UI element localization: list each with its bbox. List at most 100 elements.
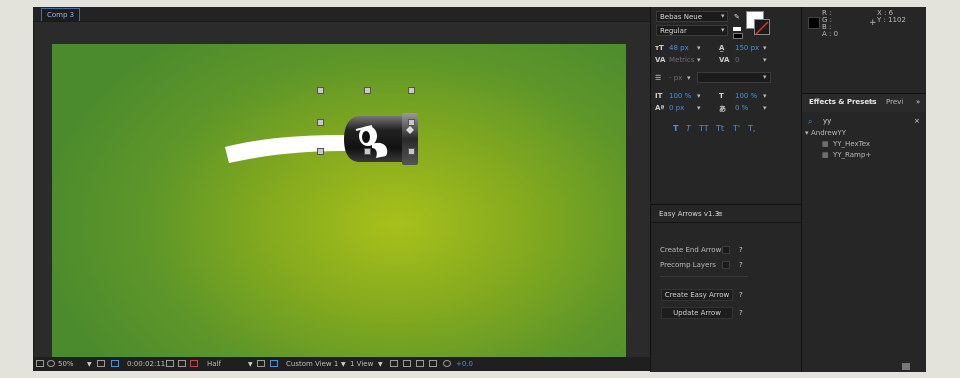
color-channel-icon[interactable] [190,360,198,367]
search-icon: ⌕ [808,117,813,126]
tab-preview[interactable]: Previ [886,98,903,106]
composition-viewer[interactable] [33,21,652,366]
clear-search-icon[interactable]: × [914,117,920,126]
faux-bold-button[interactable]: T [673,124,678,133]
transform-handle[interactable] [317,87,324,94]
help-button[interactable]: ? [739,309,743,317]
chevron-down-icon[interactable]: ▾ [697,56,701,65]
help-button[interactable]: ? [739,291,743,299]
kerning-icon: VA [655,56,666,64]
effects-search-input[interactable]: yy [820,116,918,127]
fast-draft-icon[interactable] [403,360,411,367]
layout-dropdown[interactable]: 1 View [350,360,373,368]
timecode-display[interactable]: 0:00:02:11 [127,360,165,368]
font-style-dropdown[interactable]: Regular [656,25,728,36]
stroke-order-dropdown[interactable] [697,72,771,83]
transform-handle[interactable] [408,148,415,155]
superscript-button[interactable]: T' [733,124,740,133]
fast-previews-icon[interactable] [257,360,265,367]
roi-icon[interactable] [111,360,119,367]
timeline-icon[interactable] [416,360,424,367]
character-panel: Bebas Neue ▾ Regular ▾ ✎ ᴛT 48 px ▾ A̲ 1… [650,7,801,203]
chevron-down-icon[interactable]: ▾ [697,44,701,53]
transform-handle[interactable] [364,87,371,94]
panel-menu-icon[interactable]: ≡ [717,210,723,219]
chevron-down-icon[interactable]: ▾ [763,104,767,113]
eyedropper-icon[interactable]: ✎ [734,13,740,22]
font-size-icon: ᴛT [655,44,664,52]
update-arrow-button[interactable]: Update Arrow [661,307,733,319]
chevron-down-icon[interactable]: ▾ [697,92,701,101]
list-item[interactable]: ▦ YY_HexTex [822,140,922,149]
tab-menu-icon[interactable]: ≡ [868,98,874,106]
font-family-dropdown[interactable]: Bebas Neue [656,11,728,22]
chevron-down-icon: ▾ [721,12,725,20]
help-button[interactable]: ? [739,246,743,254]
kerning-value[interactable]: Metrics [669,56,694,65]
comp-canvas[interactable] [52,44,626,366]
tab-comp[interactable]: Comp 3 [41,8,81,22]
more-tabs-icon[interactable]: » [916,98,920,106]
white-swatch[interactable] [733,27,741,31]
resolution-dropdown[interactable]: Half [207,360,221,368]
transform-handle[interactable] [317,148,324,155]
folder-andrewyy[interactable]: AndrewYY [811,129,846,138]
chevron-down-icon[interactable]: ▾ [697,104,701,113]
reset-exposure-icon[interactable] [443,360,451,367]
camera-snapshot-icon[interactable] [166,360,174,367]
toggle-pixel-aspect-icon[interactable] [390,360,398,367]
baseline-shift-value[interactable]: 0 px [669,104,684,113]
chevron-down-icon[interactable]: ▼ [87,361,92,368]
horizontal-scale-value[interactable]: 100 % [735,92,757,101]
font-size-value[interactable]: 48 px [669,44,689,53]
stroke-width-value[interactable]: - px [669,74,682,83]
transform-handle[interactable] [408,87,415,94]
all-caps-button[interactable]: TT [699,124,709,133]
view-dropdown[interactable]: Custom View 1 [286,360,338,368]
small-caps-button[interactable]: Tt [716,124,724,133]
chevron-down-icon[interactable]: ▾ [763,44,767,53]
zoom-dropdown[interactable]: 50% [58,360,74,368]
arrow-trail-shape[interactable] [225,133,345,163]
black-swatch[interactable] [733,33,743,39]
tracking-value[interactable]: 0 [735,56,739,65]
chevron-down-icon[interactable]: ▼ [341,361,346,368]
tsume-value[interactable]: 0 % [735,104,748,113]
tree-expand-icon[interactable]: ▾ [805,129,809,138]
effect-label: YY_HexTex [833,140,871,148]
always-preview-icon[interactable] [36,360,44,367]
transform-handle[interactable] [317,119,324,126]
stroke-color-swatch[interactable] [754,19,770,35]
leading-value[interactable]: 150 px [735,44,759,53]
comp-flowchart-icon[interactable] [429,360,437,367]
transparency-grid-icon[interactable] [270,360,278,367]
chevron-down-icon[interactable]: ▾ [763,56,767,65]
exposure-value[interactable]: +0.0 [456,360,473,368]
chevron-down-icon[interactable]: ▾ [763,92,767,101]
crosshair-icon: + [869,18,877,28]
tab-effects-presets[interactable]: Effects & Presets [809,98,877,106]
tsume-icon: あ [719,105,726,113]
transform-handle[interactable] [408,119,415,126]
create-easy-arrow-button[interactable]: Create Easy Arrow [661,289,733,301]
new-folder-icon[interactable] [902,363,910,370]
show-snapshot-icon[interactable] [178,360,186,367]
safe-zones-icon[interactable] [97,360,105,367]
tracking-icon: VA [719,56,730,64]
help-button[interactable]: ? [739,261,743,269]
panel-title: Easy Arrows v1.3 [659,210,720,218]
precomp-layers-checkbox[interactable] [722,261,730,269]
magnifier-icon[interactable] [47,360,55,367]
faux-italic-button[interactable]: T [686,124,691,133]
chevron-down-icon[interactable]: ▼ [248,361,253,368]
create-end-arrow-checkbox[interactable] [722,246,730,254]
list-item[interactable]: ▦ YY_Ramp+ [822,151,922,160]
subscript-button[interactable]: T, [748,124,755,133]
chevron-down-icon: ▾ [763,73,767,81]
bullet-bill-layer[interactable] [342,108,428,172]
transform-handle[interactable] [364,148,371,155]
vertical-scale-value[interactable]: 100 % [669,92,691,101]
font-style-value: Regular [660,27,687,35]
chevron-down-icon[interactable]: ▾ [687,74,691,83]
chevron-down-icon[interactable]: ▼ [378,361,383,368]
